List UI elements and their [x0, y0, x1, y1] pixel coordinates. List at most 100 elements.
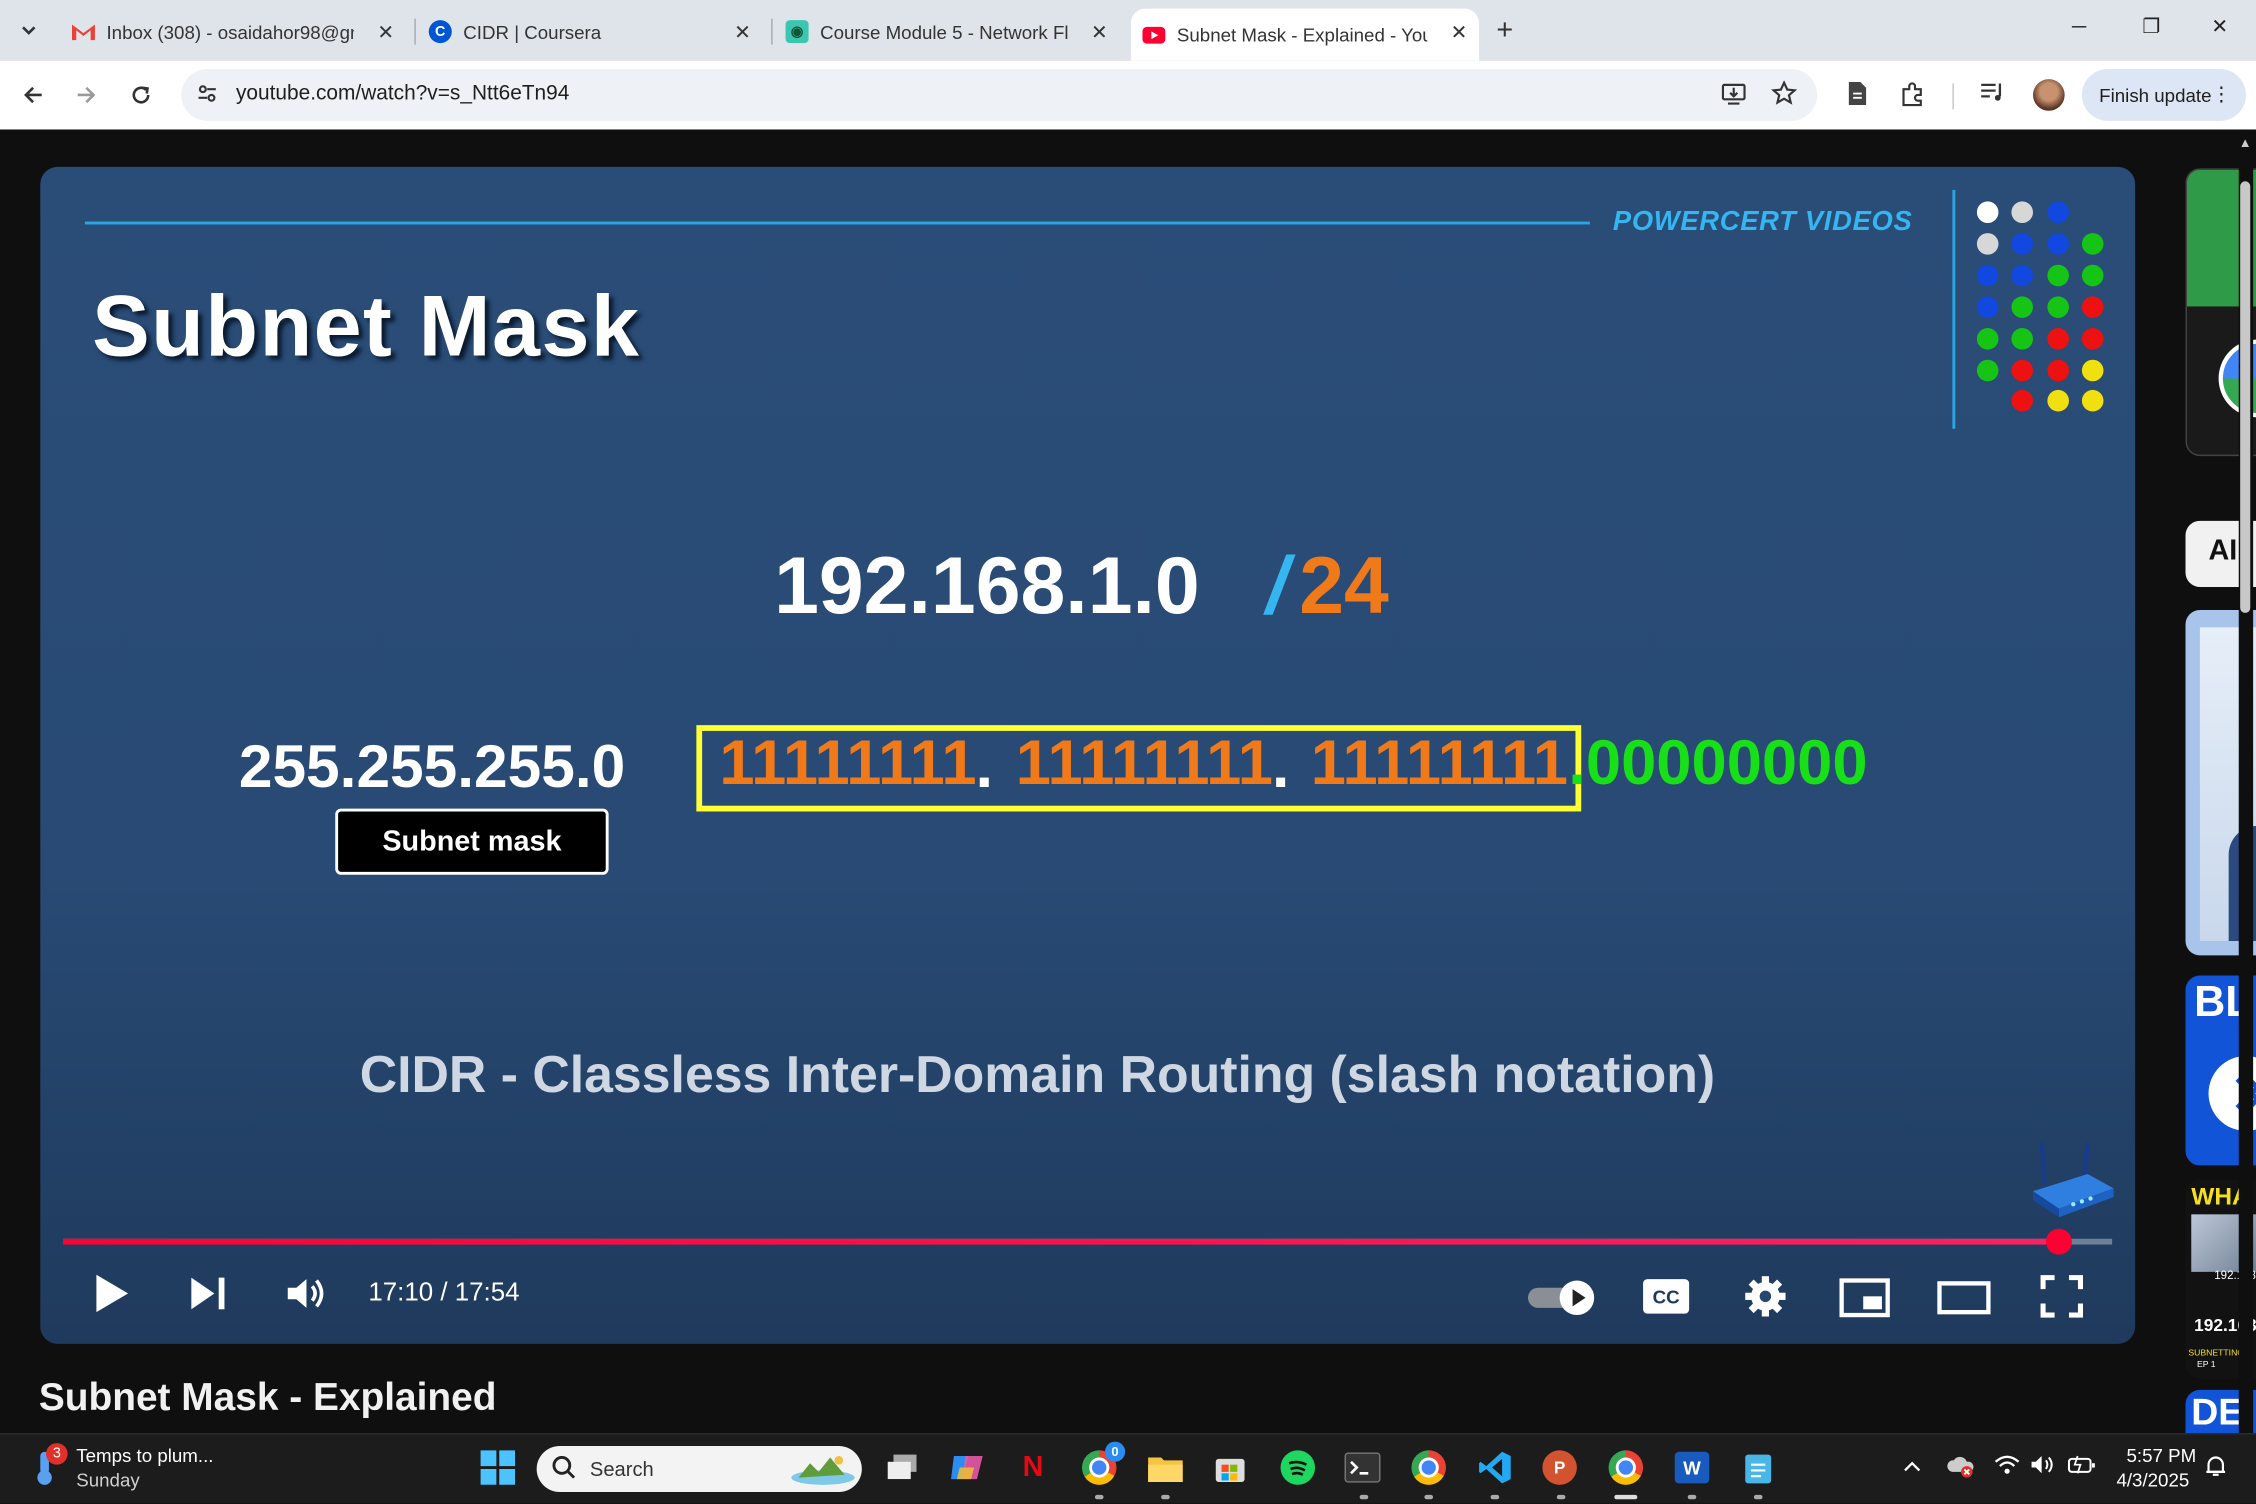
- slide-top-line: [84, 221, 1590, 225]
- terminal-icon[interactable]: [1342, 1447, 1382, 1487]
- ai-chip-label: AI: [2208, 535, 2238, 567]
- chrome-profile-icon[interactable]: 0: [1079, 1441, 1126, 1487]
- bookmark-star-icon[interactable]: [1770, 80, 1798, 114]
- profile-avatar[interactable]: [2032, 79, 2065, 111]
- tab-search-button[interactable]: [9, 10, 49, 50]
- close-tab-icon[interactable]: ✕: [1451, 20, 1468, 44]
- play-icon: [96, 1274, 129, 1313]
- search-icon: [551, 1455, 577, 1488]
- notepad-icon[interactable]: [1738, 1447, 1778, 1487]
- extensions-icon[interactable]: [1899, 81, 1925, 114]
- running-indicator: [1424, 1494, 1434, 1500]
- theater-mode-button[interactable]: [1937, 1281, 1992, 1323]
- back-button[interactable]: [16, 78, 51, 113]
- microsoft-store-icon[interactable]: [1210, 1447, 1250, 1487]
- slide-title: Subnet Mask: [92, 277, 641, 375]
- tab-separator: [414, 18, 416, 45]
- volume-tray-icon[interactable]: [2030, 1455, 2056, 1479]
- search-highlight-art-icon: [790, 1452, 856, 1487]
- running-indicator: [1094, 1494, 1104, 1500]
- scrubber-handle[interactable]: [2045, 1228, 2072, 1255]
- settings-button[interactable]: [1744, 1275, 1787, 1325]
- word-icon[interactable]: W: [1672, 1447, 1712, 1487]
- site-info-icon[interactable]: [196, 82, 219, 109]
- taskbar-search-box[interactable]: Search: [536, 1445, 862, 1493]
- running-indicator: [1161, 1494, 1170, 1500]
- binary-octet-3: 11111111: [1310, 728, 1568, 799]
- thumbnail-text: EP 1: [2197, 1361, 2216, 1370]
- close-tab-icon[interactable]: ✕: [377, 20, 394, 44]
- close-tab-icon[interactable]: ✕: [1091, 20, 1108, 44]
- forward-button[interactable]: [69, 78, 104, 113]
- url-text[interactable]: youtube.com/watch?v=s_Ntt6eTn94: [236, 82, 569, 105]
- finish-update-label: Finish update: [2099, 84, 2212, 106]
- tab-coursera[interactable]: C CIDR | Coursera ✕: [417, 9, 762, 55]
- autoplay-toggle-icon: [1527, 1280, 1595, 1316]
- theater-mode-icon: [1937, 1281, 1991, 1315]
- reading-mode-icon[interactable]: [1846, 81, 1869, 114]
- windows-start-icon[interactable]: [478, 1447, 518, 1487]
- tab-title: CIDR | Coursera: [463, 20, 602, 43]
- coursera-icon: C: [428, 20, 452, 44]
- close-tab-icon[interactable]: ✕: [734, 20, 751, 44]
- tab-separator: [771, 18, 773, 45]
- tab-title: Inbox (308) - osaidahor98@gm: [106, 20, 354, 43]
- new-tab-button[interactable]: +: [1496, 14, 1513, 47]
- notification-bell-icon[interactable]: [2204, 1455, 2227, 1482]
- miniplayer-button[interactable]: [1839, 1278, 1891, 1325]
- task-view-icon[interactable]: [882, 1447, 922, 1487]
- fullscreen-button[interactable]: [2040, 1275, 2083, 1325]
- scroll-up-arrow-icon[interactable]: ▲: [2239, 135, 2252, 149]
- subnet-mask-label: Subnet mask: [335, 808, 609, 875]
- clock-date[interactable]: 4/3/2025: [2116, 1469, 2189, 1491]
- binary-octet-1: 11111111: [719, 728, 977, 799]
- video-title: Subnet Mask - Explained: [38, 1375, 497, 1419]
- forward-arrow-icon: [77, 86, 96, 104]
- more-menu-icon[interactable]: ⋮: [2211, 82, 2231, 106]
- minimize-button[interactable]: ─: [2072, 14, 2086, 37]
- netflix-icon[interactable]: N: [1013, 1447, 1053, 1487]
- binary-dot-1: .: [975, 730, 994, 802]
- spotify-icon[interactable]: [1278, 1447, 1318, 1487]
- show-hidden-icons-chevron-icon[interactable]: [1902, 1455, 1922, 1478]
- close-window-button[interactable]: ✕: [2211, 14, 2228, 38]
- address-bar[interactable]: youtube.com/watch?v=s_Ntt6eTn94: [181, 69, 1818, 121]
- thumbnail-text: DE: [2191, 1389, 2244, 1434]
- wifi-icon[interactable]: [1994, 1455, 2020, 1479]
- ip-address-text: 192.168.1.0: [774, 539, 1200, 631]
- weather-badge: 3: [46, 1443, 68, 1465]
- reload-button[interactable]: [124, 78, 159, 113]
- onedrive-error-icon[interactable]: [1947, 1455, 1976, 1482]
- install-app-icon[interactable]: [1721, 81, 1747, 114]
- restore-button[interactable]: ❐: [2142, 14, 2160, 38]
- tab-gmail[interactable]: Inbox (308) - osaidahor98@gm ✕: [60, 9, 405, 55]
- media-control-icon[interactable]: [1980, 81, 2006, 111]
- autoplay-toggle[interactable]: [1525, 1278, 1600, 1325]
- binary-dot-2: .: [1271, 730, 1290, 802]
- chrome-active-icon[interactable]: [1606, 1447, 1646, 1487]
- weather-widget-title[interactable]: Temps to plum...: [76, 1445, 213, 1467]
- fullscreen-icon: [2040, 1275, 2083, 1318]
- play-button[interactable]: [92, 1272, 132, 1322]
- tab-youtube[interactable]: Subnet Mask - Explained - YouT ✕: [1130, 8, 1480, 61]
- chrome-profile-2-icon[interactable]: [1409, 1447, 1449, 1487]
- battery-icon[interactable]: [2067, 1455, 2097, 1479]
- file-explorer-icon[interactable]: [1145, 1447, 1185, 1487]
- clock-time[interactable]: 5:57 PM: [2127, 1445, 2197, 1467]
- copilot-icon[interactable]: [947, 1447, 987, 1487]
- tab-course-module[interactable]: ◉ Course Module 5 - Network Fla ✕: [774, 9, 1119, 55]
- thumbnail-text: SUBNETTING: [2188, 1349, 2245, 1359]
- brand-logo-text: POWERCERT VIDEOS: [1612, 207, 1913, 238]
- scrollbar-thumb[interactable]: [2240, 181, 2251, 613]
- mute-button[interactable]: [285, 1275, 328, 1320]
- powerpoint-icon[interactable]: P: [1539, 1447, 1579, 1487]
- vscode-icon[interactable]: [1475, 1447, 1515, 1487]
- reload-icon: [132, 86, 150, 104]
- finish-update-button[interactable]: Finish update ⋮: [2081, 69, 2246, 121]
- next-video-button[interactable]: [188, 1275, 228, 1320]
- captions-button[interactable]: CC: [1642, 1278, 1691, 1323]
- cidr-slash: /: [1266, 539, 1289, 631]
- tab-title: Subnet Mask - Explained - YouT: [1176, 23, 1428, 46]
- video-player[interactable]: POWERCERT VIDEOS Subnet Mask 192.168.1.0…: [40, 166, 2136, 1344]
- router-icon: [2030, 1140, 2116, 1228]
